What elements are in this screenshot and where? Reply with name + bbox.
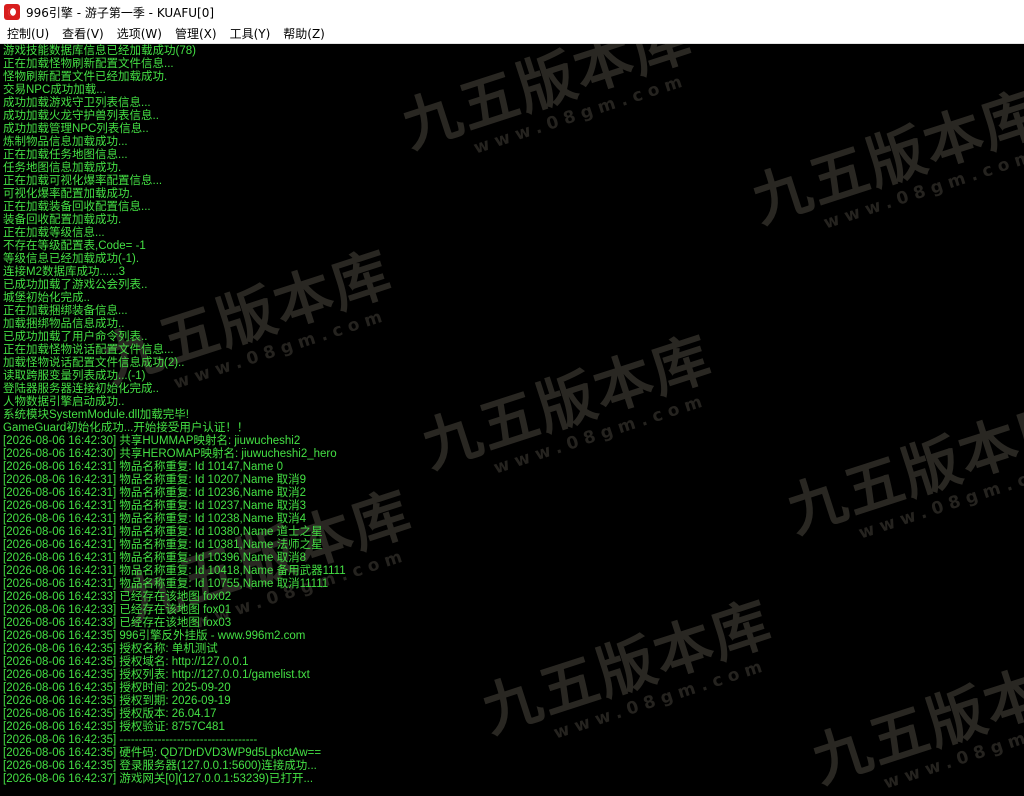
- log-line: [2026-08-06 16:42:31] 物品名称重复: Id 10755,N…: [3, 578, 329, 590]
- menu-control[interactable]: 控制(U): [2, 24, 54, 44]
- log-line: GameGuard初始化成功...开始接受用户认证！！: [3, 422, 249, 434]
- menu-help[interactable]: 帮助(Z): [278, 24, 330, 44]
- log-line: [2026-08-06 16:42:31] 物品名称重复: Id 10236,N…: [3, 487, 306, 499]
- log-line: [2026-08-06 16:42:33] 已经存在该地图 fox02: [3, 591, 232, 603]
- log-line: [2026-08-06 16:42:35] 硬件码: QD7DrDVD3WP9d…: [3, 747, 322, 759]
- title-bar[interactable]: 996引擎 - 游子第一季 - KUAFU[0]: [0, 0, 1024, 24]
- log-line: 城堡初始化完成..: [3, 292, 90, 304]
- log-line: [2026-08-06 16:42:31] 物品名称重复: Id 10380,N…: [3, 526, 323, 538]
- log-line: 成功加载火龙守护兽列表信息..: [3, 110, 159, 122]
- log-line: [2026-08-06 16:42:31] 物品名称重复: Id 10207,N…: [3, 474, 306, 486]
- log-line: 系统模块SystemModule.dll加载完毕!: [3, 409, 189, 421]
- log-line: [2026-08-06 16:42:35] 授权到期: 2026-09-19: [3, 695, 231, 707]
- log-line: 成功加载管理NPC列表信息..: [3, 123, 149, 135]
- log-line: 正在加载怪物刷新配置文件信息...: [3, 58, 174, 70]
- log-line: [2026-08-06 16:42:35] 授权版本: 26.04.17: [3, 708, 217, 720]
- log-line: 装备回收配置加载成功.: [3, 214, 122, 226]
- log-line: 加载捆绑物品信息成功..: [3, 318, 125, 330]
- menu-tools[interactable]: 工具(Y): [225, 24, 276, 44]
- log-line: [2026-08-06 16:42:31] 物品名称重复: Id 10381,N…: [3, 539, 323, 551]
- log-line: 加载怪物说话配置文件信息成功(2)..: [3, 357, 185, 369]
- log-line: [2026-08-06 16:42:31] 物品名称重复: Id 10418,N…: [3, 565, 346, 577]
- log-line: 不存在等级配置表,Code= -1: [3, 240, 146, 252]
- log-line: 已成功加载了用户命令列表..: [3, 331, 148, 343]
- log-line: 读取跨服变量列表成功...(-1): [3, 370, 146, 382]
- app-icon[interactable]: [4, 4, 20, 20]
- log-line: 等级信息已经加载成功(-1).: [3, 253, 140, 265]
- log-line: 人物数据引擎启动成功..: [3, 396, 125, 408]
- log-line: 正在加载可视化爆率配置信息...: [3, 175, 163, 187]
- window-title: 996引擎 - 游子第一季 - KUAFU[0]: [26, 5, 215, 20]
- log-line: [2026-08-06 16:42:31] 物品名称重复: Id 10147,N…: [3, 461, 283, 473]
- log-line: 任务地图信息加载成功.: [3, 162, 122, 174]
- log-line: [2026-08-06 16:42:33] 已经存在该地图 fox01: [3, 604, 232, 616]
- log-line: [2026-08-06 16:42:35] 授权域名: http://127.0…: [3, 656, 249, 668]
- log-line: 交易NPC成功加载...: [3, 84, 106, 96]
- log-line: [2026-08-06 16:42:30] 共享HEROMAP映射名: jiuw…: [3, 448, 337, 460]
- menu-options[interactable]: 选项(W): [112, 24, 167, 44]
- log-line: [2026-08-06 16:42:35] 授权名称: 单机测试: [3, 643, 218, 655]
- log-line: [2026-08-06 16:42:31] 物品名称重复: Id 10396,N…: [3, 552, 306, 564]
- log-line: 成功加载游戏守卫列表信息...: [3, 97, 151, 109]
- log-line: [2026-08-06 16:42:31] 物品名称重复: Id 10237,N…: [3, 500, 306, 512]
- log-line: 怪物刷新配置文件已经加载成功.: [3, 71, 168, 83]
- log-line: 游戏技能数据库信息已经加载成功(78): [3, 45, 196, 57]
- log-line: 正在加载捆绑装备信息...: [3, 305, 128, 317]
- log-line: [2026-08-06 16:42:35] 授权时间: 2025-09-20: [3, 682, 231, 694]
- log-line: 可视化爆率配置加载成功.: [3, 188, 133, 200]
- app-window: 996引擎 - 游子第一季 - KUAFU[0] 控制(U) 查看(V) 选项(…: [0, 0, 1024, 796]
- log-line: 连接M2数据库成功......3: [3, 266, 126, 278]
- log-line: 正在加载任务地图信息...: [3, 149, 128, 161]
- log-line: [2026-08-06 16:42:33] 已经存在该地图 fox03: [3, 617, 232, 629]
- log-line: 正在加载装备回收配置信息...: [3, 201, 151, 213]
- log-line: [2026-08-06 16:42:35] 授权列表: http://127.0…: [3, 669, 310, 681]
- log-line: [2026-08-06 16:42:35] ------------------…: [3, 734, 258, 746]
- log-line: [2026-08-06 16:42:31] 物品名称重复: Id 10238,N…: [3, 513, 306, 525]
- log-line: 正在加载怪物说话配置文件信息...: [3, 344, 174, 356]
- log-line: 已成功加载了游戏公会列表..: [3, 279, 148, 291]
- log-line: [2026-08-06 16:42:30] 共享HUMMAP映射名: jiuwu…: [3, 435, 301, 447]
- log-line: [2026-08-06 16:42:35] 授权验证: 8757C481: [3, 721, 225, 733]
- menu-manage[interactable]: 管理(X): [170, 24, 222, 44]
- log-line: [2026-08-06 16:42:37] 游戏网关[0](127.0.0.1:…: [3, 773, 314, 785]
- log-line: [2026-08-06 16:42:35] 996引擎反外挂版 - www.99…: [3, 630, 306, 642]
- log-output: 游戏技能数据库信息已经加载成功(78) 正在加载怪物刷新配置文件信息... 怪物刷新…: [3, 45, 1024, 786]
- log-line: 正在加载等级信息...: [3, 227, 105, 239]
- menu-bar: 控制(U) 查看(V) 选项(W) 管理(X) 工具(Y) 帮助(Z): [0, 24, 1024, 44]
- log-line: 登陆器服务器连接初始化完成..: [3, 383, 159, 395]
- log-console[interactable]: 九五版本库 www.08gm.com 九五版本库 www.08gm.com 九五…: [0, 44, 1024, 796]
- log-line: 炼制物品信息加载成功...: [3, 136, 128, 148]
- log-line: [2026-08-06 16:42:35] 登录服务器(127.0.0.1:56…: [3, 760, 317, 772]
- menu-view[interactable]: 查看(V): [57, 24, 109, 44]
